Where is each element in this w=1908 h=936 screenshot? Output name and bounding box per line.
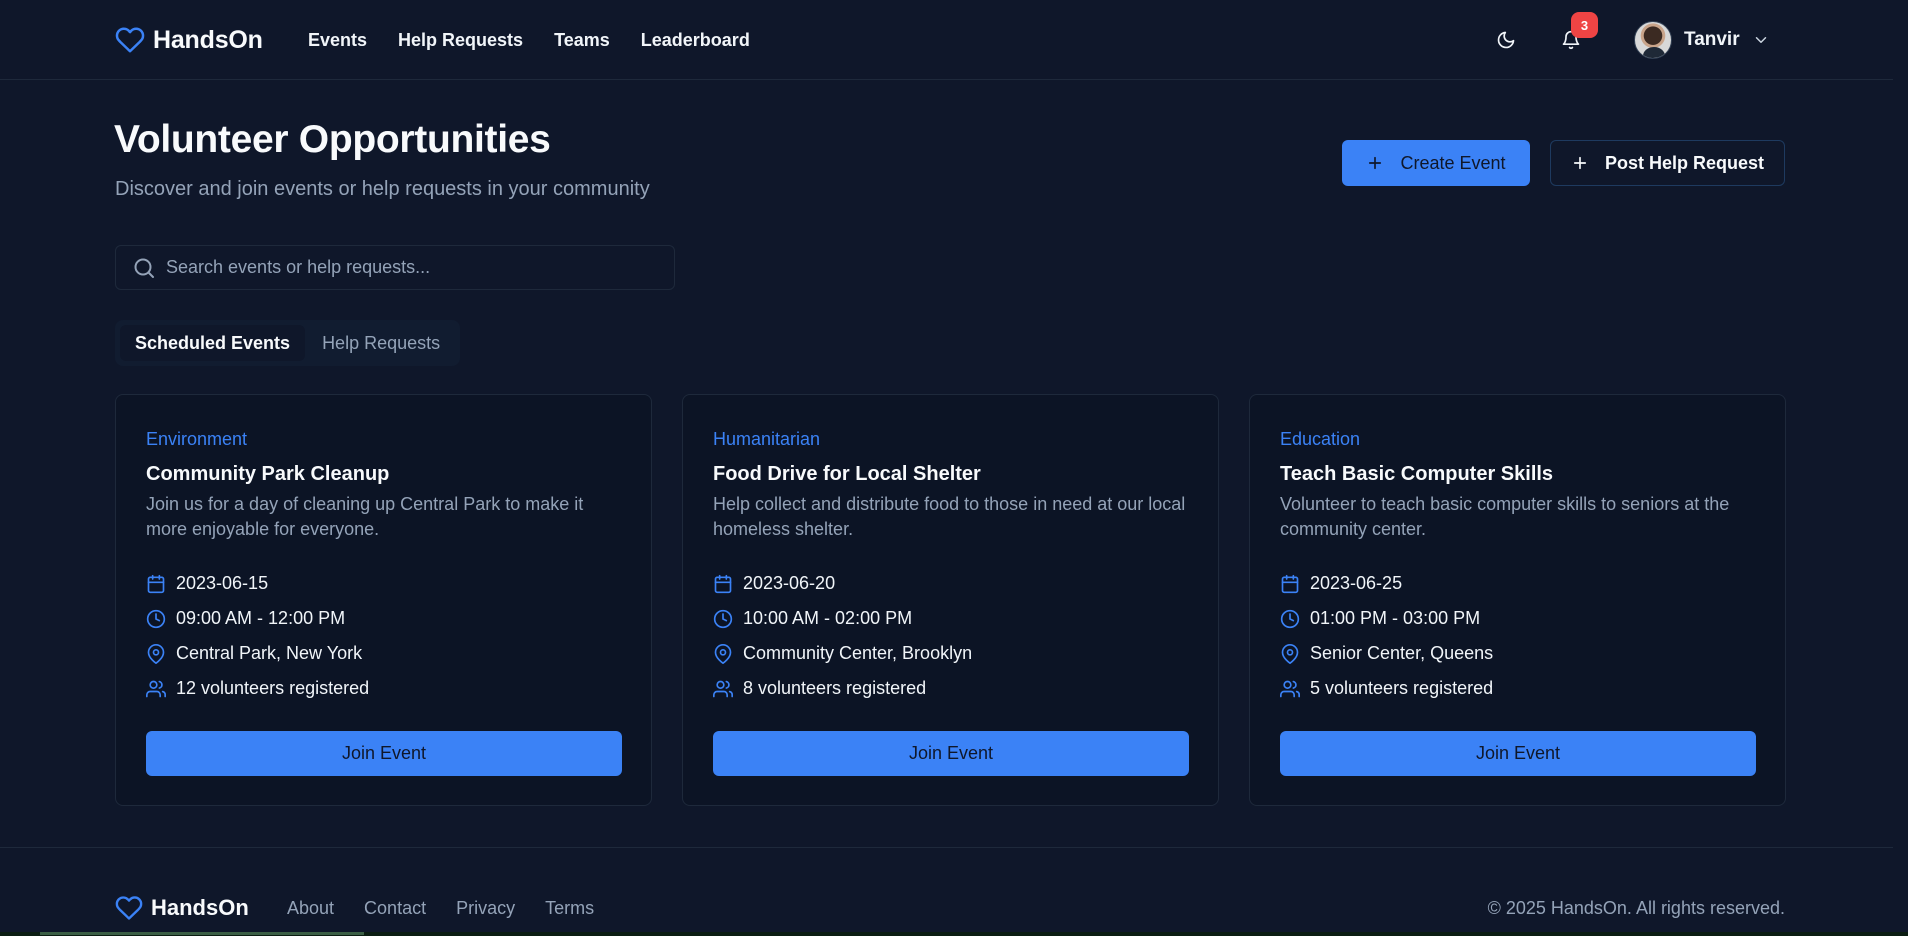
- brand-logo[interactable]: HandsOn: [115, 22, 263, 58]
- nav-link-teams[interactable]: Teams: [554, 26, 610, 54]
- clock-icon: [146, 609, 166, 628]
- users-icon: [146, 680, 166, 697]
- calendar-icon: [1281, 574, 1299, 593]
- event-time: 01:00 PM - 03:00 PM: [1280, 608, 1480, 629]
- event-description: Join us for a day of cleaning up Central…: [146, 494, 584, 539]
- notifications-button[interactable]: 3: [1553, 12, 1598, 58]
- event-description: Help collect and distribute food to thos…: [713, 494, 1186, 539]
- event-location-value: Senior Center, Queens: [1310, 643, 1494, 663]
- footer-link-about[interactable]: About: [287, 898, 334, 919]
- footer-link-terms[interactable]: Terms: [545, 898, 594, 919]
- event-location: Community Center, Brooklyn: [713, 643, 972, 664]
- post-help-request-label: Post Help Request: [1604, 152, 1765, 173]
- tab-help-requests[interactable]: Help Requests: [307, 325, 455, 361]
- map-pin-icon: [147, 643, 165, 664]
- event-date: 2023-06-20: [713, 573, 835, 594]
- tab-scheduled-events[interactable]: Scheduled Events: [120, 325, 306, 361]
- user-name: Tanvir: [1684, 29, 1740, 50]
- clock-icon: [1280, 609, 1300, 628]
- event-card: Education Teach Basic Computer Skills Vo…: [1249, 394, 1786, 806]
- footer-link-privacy[interactable]: Privacy: [456, 898, 515, 919]
- event-date-value: 2023-06-15: [176, 573, 269, 593]
- users-icon: [1280, 680, 1300, 697]
- user-menu[interactable]: Tanvir: [1634, 20, 1770, 60]
- event-time-value: 10:00 AM - 02:00 PM: [743, 608, 913, 628]
- event-location-value: Central Park, New York: [176, 643, 363, 663]
- main-nav: Events Help Requests Teams Leaderboard: [308, 26, 750, 54]
- page-title: Volunteer Opportunities: [114, 118, 551, 161]
- event-volunteers-value: 5 volunteers registered: [1310, 678, 1494, 698]
- page-scrollbar[interactable]: [1893, 0, 1908, 936]
- plus-icon: [1369, 156, 1382, 170]
- create-event-button[interactable]: Create Event: [1342, 140, 1530, 186]
- calendar-icon: [714, 574, 732, 593]
- event-date-value: 2023-06-20: [743, 573, 836, 593]
- event-title: Teach Basic Computer Skills: [1280, 463, 1554, 485]
- event-volunteers: 5 volunteers registered: [1280, 678, 1493, 699]
- search-icon: [134, 258, 154, 278]
- event-time: 09:00 AM - 12:00 PM: [146, 608, 345, 629]
- nav-link-help-requests[interactable]: Help Requests: [398, 26, 523, 54]
- calendar-icon: [147, 574, 165, 593]
- tab-list: Scheduled Events Help Requests: [115, 320, 461, 366]
- map-pin-icon: [1281, 643, 1299, 664]
- event-time-value: 09:00 AM - 12:00 PM: [176, 608, 346, 628]
- post-help-request-button[interactable]: Post Help Request: [1550, 140, 1785, 186]
- event-time-value: 01:00 PM - 03:00 PM: [1310, 608, 1481, 628]
- taskbar-active-segment: [40, 932, 364, 935]
- event-title: Community Park Cleanup: [146, 463, 390, 485]
- event-category: Environment: [146, 429, 248, 449]
- event-time: 10:00 AM - 02:00 PM: [713, 608, 912, 629]
- footer-links: About Contact Privacy Terms: [287, 898, 594, 919]
- join-event-button[interactable]: Join Event: [713, 731, 1189, 776]
- top-navbar: HandsOn Events Help Requests Teams Leade…: [0, 0, 1908, 80]
- event-category: Education: [1280, 429, 1361, 449]
- theme-toggle-button[interactable]: [1488, 22, 1524, 58]
- event-description: Volunteer to teach basic computer skills…: [1280, 494, 1730, 539]
- event-category: Humanitarian: [713, 429, 821, 449]
- chevron-down-icon: [1755, 37, 1766, 43]
- notification-count-badge: 3: [1571, 12, 1598, 38]
- nav-link-leaderboard[interactable]: Leaderboard: [641, 26, 750, 54]
- page-subtitle: Discover and join events or help request…: [115, 178, 650, 200]
- heart-icon: [115, 27, 145, 53]
- footer: HandsOn About Contact Privacy Terms © 20…: [0, 847, 1908, 936]
- map-pin-icon: [714, 643, 732, 664]
- event-card: Humanitarian Food Drive for Local Shelte…: [682, 394, 1219, 806]
- event-date: 2023-06-15: [146, 573, 268, 594]
- create-event-label: Create Event: [1400, 152, 1506, 173]
- moon-icon: [1497, 31, 1515, 49]
- join-event-button[interactable]: Join Event: [1280, 731, 1756, 776]
- clock-icon: [713, 609, 733, 628]
- footer-brand-name: HandsOn: [151, 895, 249, 920]
- search-box: [115, 245, 675, 290]
- event-volunteers: 12 volunteers registered: [146, 678, 369, 699]
- event-volunteers: 8 volunteers registered: [713, 678, 926, 699]
- event-volunteers-value: 12 volunteers registered: [176, 678, 370, 698]
- event-date-value: 2023-06-25: [1310, 573, 1403, 593]
- plus-icon: [1573, 156, 1587, 170]
- event-location: Senior Center, Queens: [1280, 643, 1493, 664]
- event-location-value: Community Center, Brooklyn: [743, 643, 973, 663]
- taskbar-edge: [0, 932, 1908, 936]
- join-event-button[interactable]: Join Event: [146, 731, 622, 776]
- heart-icon: [115, 896, 143, 920]
- event-card: Environment Community Park Cleanup Join …: [115, 394, 652, 806]
- event-date: 2023-06-25: [1280, 573, 1402, 594]
- copyright-text: © 2025 HandsOn. All rights reserved.: [1487, 898, 1785, 918]
- footer-brand[interactable]: HandsOn: [115, 894, 249, 922]
- event-volunteers-value: 8 volunteers registered: [743, 678, 927, 698]
- footer-link-contact[interactable]: Contact: [364, 898, 426, 919]
- users-icon: [713, 680, 733, 697]
- event-location: Central Park, New York: [146, 643, 362, 664]
- nav-link-events[interactable]: Events: [308, 26, 367, 54]
- search-input[interactable]: [166, 257, 646, 278]
- brand-name: HandsOn: [153, 25, 263, 54]
- event-title: Food Drive for Local Shelter: [713, 463, 981, 485]
- avatar: [1634, 21, 1672, 59]
